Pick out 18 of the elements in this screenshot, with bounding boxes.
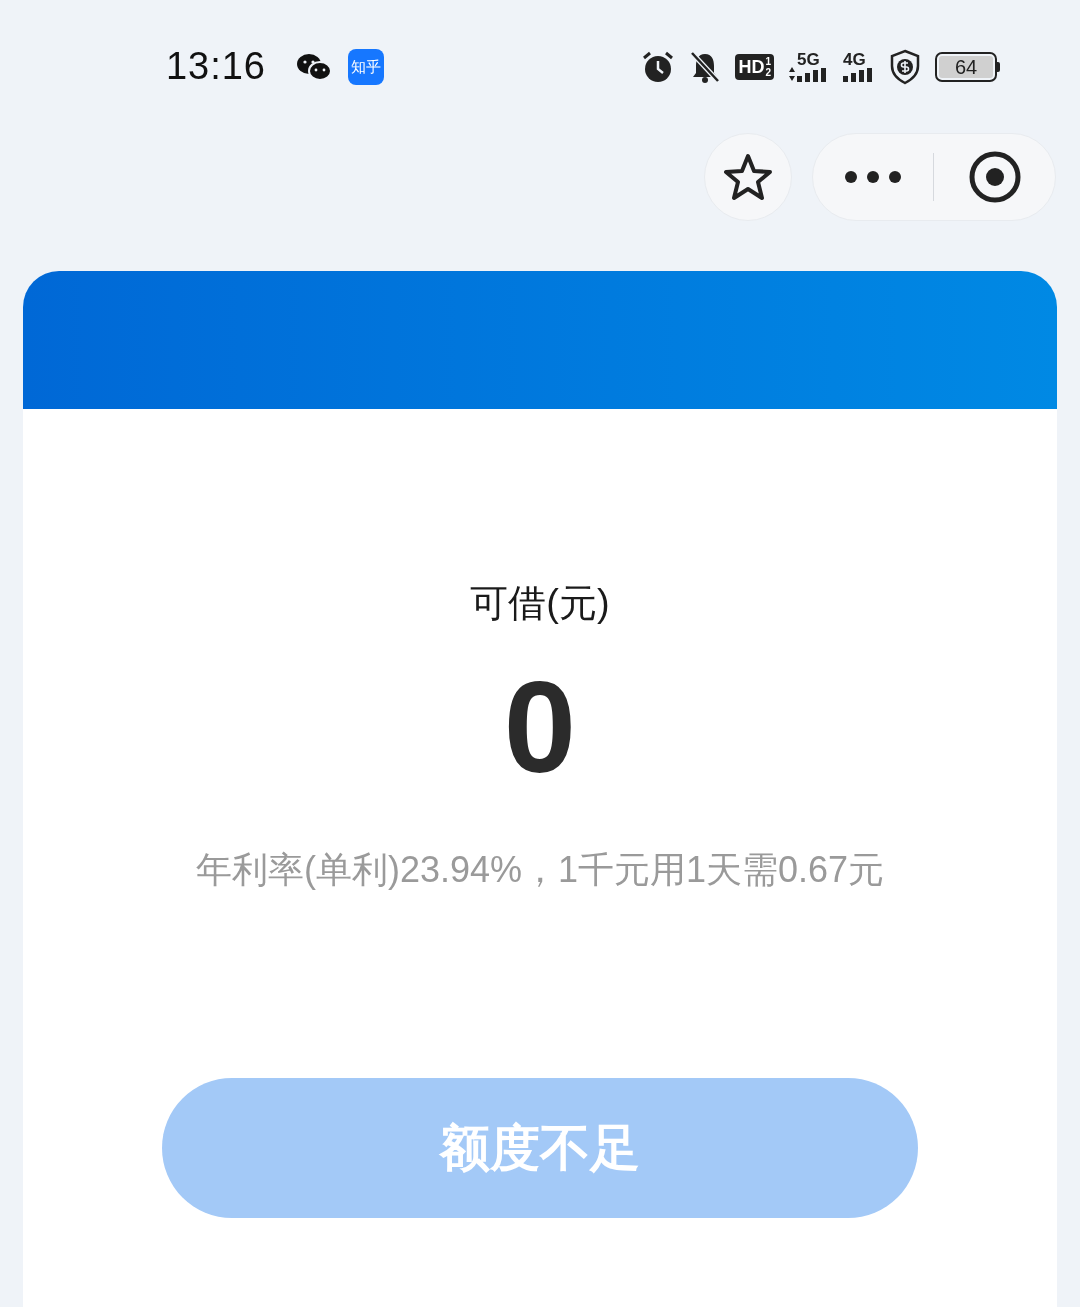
star-icon bbox=[723, 153, 773, 201]
interest-rate-text: 年利率(单利)23.94%，1千元用1天需0.67元 bbox=[195, 852, 885, 888]
target-icon bbox=[967, 150, 1022, 204]
signal-bars-icon bbox=[797, 68, 829, 82]
signal-bars-icon bbox=[843, 68, 875, 82]
more-icon bbox=[844, 170, 902, 184]
muted-bell-icon bbox=[689, 49, 722, 84]
status-time: 13:16 bbox=[166, 44, 266, 89]
available-label: 可借(元) bbox=[470, 584, 610, 622]
alarm-icon bbox=[641, 49, 676, 84]
network-label: 4G bbox=[843, 51, 866, 68]
app-badge: 知乎 bbox=[347, 48, 384, 85]
chat-icon bbox=[295, 51, 332, 82]
arrows-icon bbox=[788, 66, 796, 82]
network-label: 5G bbox=[797, 51, 820, 68]
battery-indicator: 64 bbox=[935, 51, 997, 82]
shield-icon bbox=[889, 48, 921, 85]
available-amount: 0 bbox=[503, 662, 577, 792]
